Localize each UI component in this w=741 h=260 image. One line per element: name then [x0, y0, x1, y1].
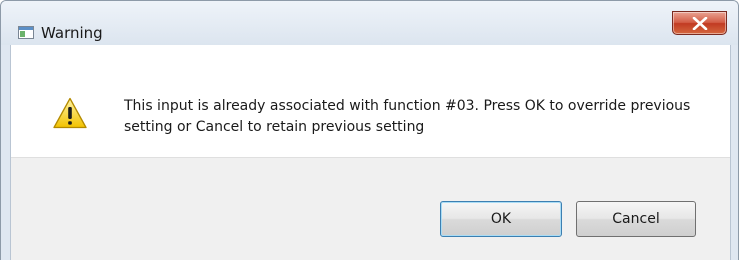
cancel-button[interactable]: Cancel [576, 201, 696, 237]
dialog-title: Warning [41, 24, 103, 42]
title-bar[interactable]: Warning [1, 1, 738, 45]
button-bar: OK Cancel [11, 157, 730, 260]
ok-button[interactable]: OK [440, 201, 562, 237]
warning-icon [53, 97, 87, 129]
window-icon [18, 26, 34, 39]
close-button[interactable] [672, 11, 727, 35]
warning-dialog: Warning This input is already associated… [0, 0, 739, 260]
message-area: This input is already associated with fu… [11, 45, 730, 157]
dialog-body: This input is already associated with fu… [10, 45, 731, 260]
close-icon [692, 17, 708, 30]
message-text: This input is already associated with fu… [124, 98, 691, 135]
